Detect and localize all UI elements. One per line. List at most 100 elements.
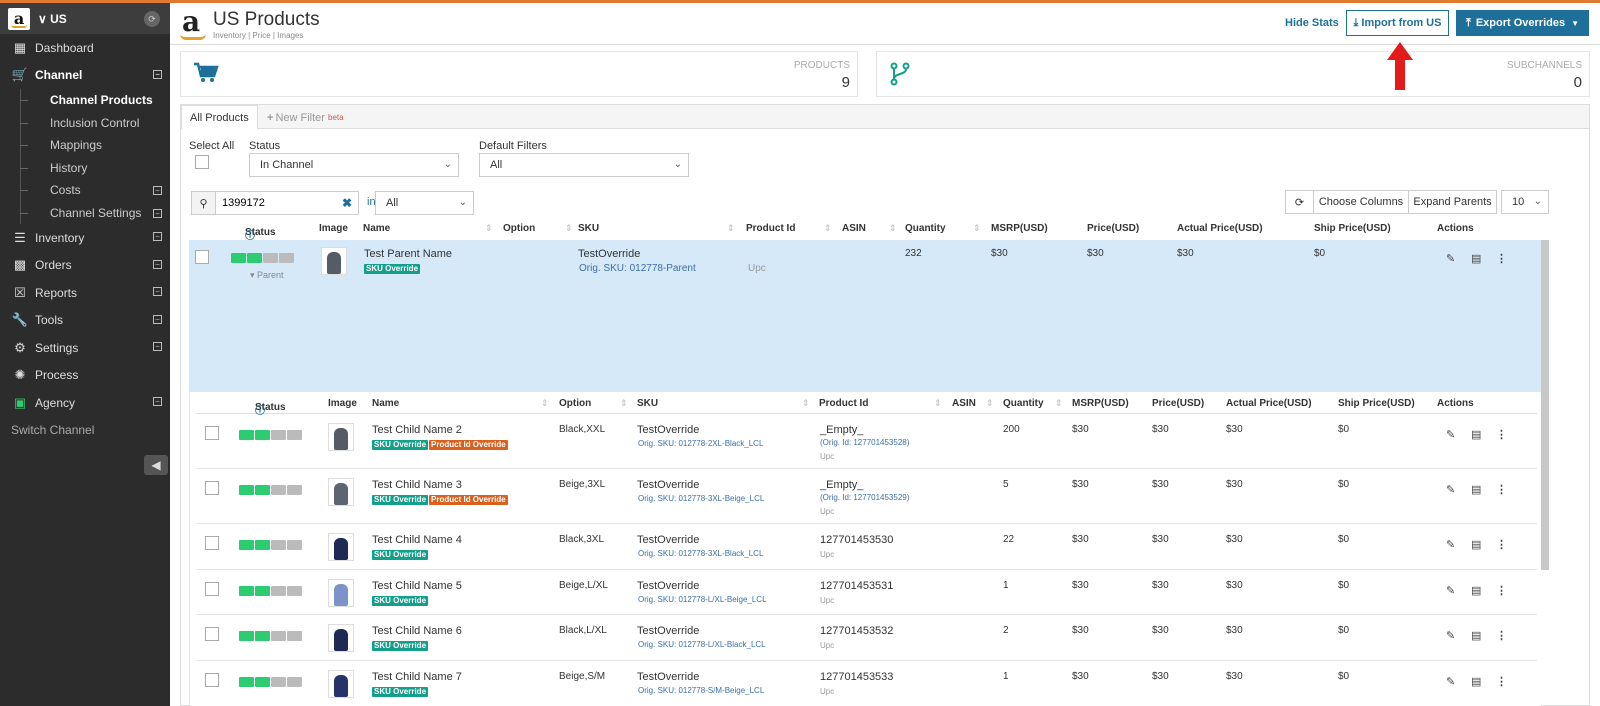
expand-icon[interactable]: −: [153, 287, 162, 296]
product-image[interactable]: [328, 670, 354, 698]
sort-icon[interactable]: ⇕: [1055, 398, 1063, 409]
expand-icon[interactable]: −: [153, 397, 162, 406]
sidebar-item-inventory[interactable]: ☰ Inventory −: [0, 224, 170, 252]
table-row[interactable]: Test Child Name 2 SKU Override Product Id …: [197, 414, 1537, 469]
col-quantity[interactable]: Quantity: [1003, 398, 1044, 409]
tab-new-filter[interactable]: + New Filter beta: [259, 105, 352, 130]
stats-icon[interactable]: ▤: [1471, 629, 1481, 642]
expand-parent-toggle[interactable]: ▾ Parent: [250, 270, 284, 281]
choose-columns-button[interactable]: Choose Columns: [1313, 190, 1409, 214]
sort-icon[interactable]: ⇕: [986, 398, 994, 409]
sidebar-item-dashboard[interactable]: ▦ Dashboard: [0, 34, 170, 62]
status-select[interactable]: In Channel ⌄: [249, 153, 459, 177]
sort-icon[interactable]: ⇕: [889, 223, 897, 234]
col-price[interactable]: Price(USD): [1152, 398, 1204, 409]
row-checkbox[interactable]: [205, 627, 219, 641]
search-input[interactable]: [216, 192, 342, 214]
col-ship-price[interactable]: Ship Price(USD): [1314, 223, 1391, 234]
product-image[interactable]: [328, 478, 354, 506]
col-sku[interactable]: SKU: [637, 398, 658, 409]
edit-icon[interactable]: ✎: [1446, 483, 1455, 496]
stats-icon[interactable]: ▤: [1471, 538, 1481, 551]
export-overrides-button[interactable]: ⤒ Export Overrides ▼: [1456, 10, 1589, 36]
edit-icon[interactable]: ✎: [1446, 428, 1455, 441]
more-icon[interactable]: ⋮: [1496, 252, 1507, 265]
row-checkbox[interactable]: [205, 582, 219, 596]
sidebar-item-inclusion-control[interactable]: Inclusion Control: [20, 112, 170, 135]
stats-icon[interactable]: ▤: [1471, 675, 1481, 688]
sidebar-item-channel-products[interactable]: Channel Products: [20, 89, 170, 112]
select-all-checkbox[interactable]: [195, 155, 209, 169]
more-icon[interactable]: ⋮: [1496, 675, 1507, 688]
sort-icon[interactable]: ⇕: [565, 223, 573, 234]
col-option[interactable]: Option: [503, 223, 535, 234]
hide-stats-link[interactable]: Hide Stats: [1285, 17, 1339, 29]
more-icon[interactable]: ⋮: [1496, 483, 1507, 496]
col-quantity[interactable]: Quantity: [905, 223, 946, 234]
row-checkbox[interactable]: [205, 481, 219, 495]
sort-icon[interactable]: ⇕: [802, 398, 810, 409]
sidebar-item-mappings[interactable]: Mappings: [20, 134, 170, 157]
product-image[interactable]: [328, 624, 354, 652]
expand-icon[interactable]: −: [153, 208, 162, 218]
sort-icon[interactable]: ⇕: [485, 223, 493, 234]
sidebar-item-channel[interactable]: 🛒 Channel −: [0, 62, 170, 90]
page-size-select[interactable]: 10 ⌄: [1501, 190, 1549, 214]
expand-icon[interactable]: −: [153, 186, 162, 195]
row-checkbox[interactable]: [205, 536, 219, 550]
product-image[interactable]: [321, 247, 347, 275]
expand-icon[interactable]: −: [153, 232, 162, 241]
more-icon[interactable]: ⋮: [1496, 428, 1507, 441]
sort-icon[interactable]: ⇕: [973, 223, 981, 234]
stats-icon[interactable]: ▤: [1471, 584, 1481, 597]
sort-icon[interactable]: ⇕: [824, 223, 832, 234]
product-image[interactable]: [328, 423, 354, 451]
sort-icon[interactable]: ⇕: [727, 223, 735, 234]
clear-search-icon[interactable]: ✖: [342, 192, 358, 214]
expand-icon[interactable]: −: [153, 342, 162, 351]
sidebar-item-agency[interactable]: ▣ Agency −: [0, 389, 170, 417]
product-image[interactable]: [328, 533, 354, 561]
col-actual-price[interactable]: Actual Price(USD): [1177, 223, 1263, 234]
col-ship-price[interactable]: Ship Price(USD): [1338, 398, 1415, 409]
collapse-sidebar-icon[interactable]: ◀: [144, 455, 168, 475]
col-sku[interactable]: SKU: [578, 223, 599, 234]
sidebar-item-tools[interactable]: 🔧 Tools −: [0, 307, 170, 335]
row-checkbox[interactable]: [205, 426, 219, 440]
expand-icon[interactable]: −: [153, 314, 162, 324]
sort-icon[interactable]: ⇕: [541, 398, 549, 409]
tab-all-products[interactable]: All Products: [181, 105, 258, 130]
table-row[interactable]: Test Child Name 3 SKU Override Product Id …: [197, 469, 1537, 524]
edit-icon[interactable]: ✎: [1446, 629, 1455, 642]
col-name[interactable]: Name: [372, 398, 399, 409]
sidebar-item-costs[interactable]: Costs −: [20, 179, 170, 202]
table-row[interactable]: Test Child Name 5 SKU Override Beige,L/XL T…: [197, 570, 1537, 615]
refresh-channel-icon[interactable]: ⟳: [144, 11, 160, 27]
sidebar-item-process[interactable]: ✺ Process: [0, 362, 170, 390]
stats-icon[interactable]: ▤: [1471, 252, 1481, 265]
col-product-id[interactable]: Product Id: [746, 223, 795, 234]
product-image[interactable]: [328, 579, 354, 607]
stats-icon[interactable]: ▤: [1471, 428, 1481, 441]
search-icon[interactable]: ⚲: [192, 192, 216, 214]
edit-icon[interactable]: ✎: [1446, 584, 1455, 597]
default-filters-select[interactable]: All ⌄: [479, 153, 689, 177]
sidebar-item-orders[interactable]: ▩ Orders −: [0, 252, 170, 280]
import-button[interactable]: ⤓ Import from US: [1346, 10, 1449, 36]
col-product-id[interactable]: Product Id: [819, 398, 868, 409]
collapse-icon[interactable]: −: [153, 69, 162, 79]
refresh-button[interactable]: ⟳: [1285, 190, 1314, 214]
more-icon[interactable]: ⋮: [1496, 629, 1507, 642]
col-asin[interactable]: ASIN: [952, 398, 976, 409]
col-option[interactable]: Option: [559, 398, 591, 409]
row-checkbox[interactable]: [195, 250, 209, 264]
search-field-select[interactable]: All ⌄: [375, 191, 474, 215]
sort-icon[interactable]: ⇕: [934, 398, 942, 409]
edit-icon[interactable]: ✎: [1446, 538, 1455, 551]
table-scrollbar[interactable]: [1541, 240, 1549, 570]
expand-icon[interactable]: −: [153, 259, 162, 269]
switch-channel-link[interactable]: Switch Channel: [0, 417, 170, 444]
table-row[interactable]: Test Child Name 6 SKU Override Black,L/XL T…: [197, 615, 1537, 661]
col-msrp[interactable]: MSRP(USD): [991, 223, 1048, 234]
col-asin[interactable]: ASIN: [842, 223, 866, 234]
